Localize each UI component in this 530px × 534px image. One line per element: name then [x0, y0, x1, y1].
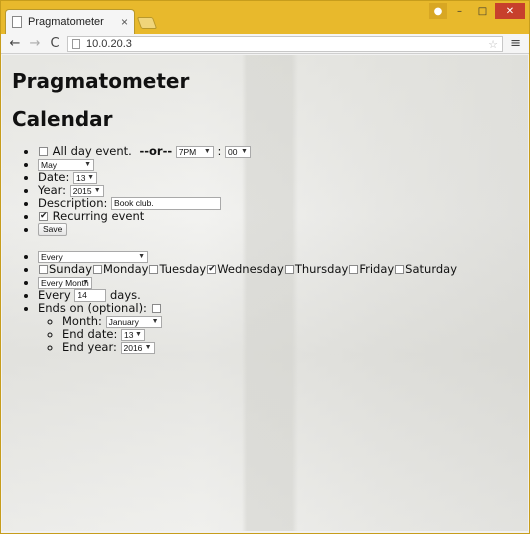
year-label: Year:: [38, 183, 67, 197]
weekday-label-wednesday: Wednesday: [217, 262, 284, 276]
or-label: --or--: [139, 144, 173, 158]
recurring-checkbox[interactable]: [39, 210, 48, 223]
section-title: Calendar: [12, 107, 113, 131]
save-button[interactable]: Save: [38, 223, 68, 236]
end-year-select[interactable]: 2016 ▼: [120, 341, 155, 354]
weekday-checkbox-sunday[interactable]: [39, 265, 48, 274]
weekday-checkbox-saturday[interactable]: [395, 265, 405, 274]
weekday-label-thursday: Thursday: [294, 262, 349, 276]
list-item: Month: January▼: [62, 315, 522, 328]
title-bar: Pragmatometer × ● – □ ✕: [1, 1, 529, 34]
weekday-checkbox-friday[interactable]: [349, 265, 359, 274]
all-day-label: All day event.: [52, 144, 132, 158]
event-form: All day event. --or-- 7PM▼ : 00▼ May▼ Da…: [2, 145, 522, 236]
app-title: Pragmatometer: [12, 69, 190, 93]
frequency-select[interactable]: Every ▼: [38, 250, 148, 263]
weekday-label-tuesday: Tuesday: [159, 262, 207, 276]
list-item: Ends on (optional): Month: January▼ End …: [38, 302, 522, 354]
time-separator: :: [217, 144, 222, 158]
back-button[interactable]: ←: [5, 35, 25, 53]
browser-window: Pragmatometer × ● – □ ✕ ← → C 10.0.20.3 …: [0, 0, 530, 534]
end-date-label: End date:: [62, 327, 118, 341]
date-label: Date:: [38, 170, 70, 184]
weekday-label-monday: Monday: [103, 262, 149, 276]
ends-on-label: Ends on (optional):: [38, 301, 147, 315]
end-options: Month: January▼ End date: 13▼ End year: …: [38, 315, 522, 354]
end-year-label: End year:: [62, 340, 117, 354]
reload-button[interactable]: C: [45, 35, 65, 53]
every-label: Every: [38, 288, 71, 302]
page-icon: [12, 16, 22, 28]
address-bar[interactable]: 10.0.20.3 ☆: [67, 36, 503, 52]
weekday-checkbox-tuesday[interactable]: [149, 265, 159, 274]
recurrence-form: Every▼ Sunday Monday Tuesday Wednesday Thurs…: [2, 250, 522, 354]
page-icon: [72, 39, 80, 49]
list-item: Date: 13▼: [38, 171, 522, 184]
description-label: Description:: [38, 196, 108, 210]
list-item: End date: 13▼: [62, 328, 522, 341]
ends-on-checkbox[interactable]: [151, 304, 161, 313]
page-content: Pragmatometer Calendar All day event. --…: [2, 55, 528, 531]
weekday-label-friday: Friday: [359, 262, 395, 276]
weekday-checkbox-thursday[interactable]: [284, 265, 294, 274]
weekday-label-saturday: Saturday: [405, 262, 457, 276]
close-window-icon[interactable]: ✕: [495, 3, 525, 19]
forward-button[interactable]: →: [25, 35, 45, 53]
browser-toolbar: ← → C 10.0.20.3 ☆ ≡: [1, 34, 529, 54]
list-item: All day event. --or-- 7PM▼ : 00▼: [38, 145, 522, 158]
tab-pragmatometer[interactable]: Pragmatometer ×: [5, 9, 135, 34]
date-select[interactable]: 13 ▼: [73, 171, 98, 184]
list-item: End year: 2016▼: [62, 341, 522, 354]
hour-select[interactable]: 7PM ▼: [175, 145, 214, 158]
period-select[interactable]: Every Month ▼: [38, 276, 92, 289]
list-item: Save: [38, 223, 522, 236]
maximize-icon[interactable]: □: [472, 3, 493, 19]
list-item: May▼: [38, 158, 522, 171]
user-icon[interactable]: ●: [429, 3, 447, 19]
minimize-icon[interactable]: –: [449, 3, 470, 19]
minute-select[interactable]: 00 ▼: [224, 145, 251, 158]
end-month-label: Month:: [62, 314, 102, 328]
list-item: Recurring event: [38, 210, 522, 223]
window-controls: ● – □ ✕: [429, 3, 525, 19]
menu-icon[interactable]: ≡: [510, 36, 521, 51]
bookmark-star-icon[interactable]: ☆: [488, 38, 498, 51]
month-select[interactable]: May ▼: [38, 158, 94, 171]
year-select[interactable]: 2015 ▼: [69, 184, 104, 197]
all-day-checkbox[interactable]: [39, 147, 48, 156]
url-text: 10.0.20.3: [86, 38, 132, 50]
weekday-list: Sunday Monday Tuesday Wednesday Thursday Frid…: [38, 263, 522, 276]
days-label: days.: [110, 288, 141, 302]
weekday-label-sunday: Sunday: [49, 262, 93, 276]
recurring-label: Recurring event: [52, 209, 145, 223]
end-date-select[interactable]: 13 ▼: [120, 328, 145, 341]
new-tab-button[interactable]: [136, 17, 158, 29]
weekday-checkbox-monday[interactable]: [93, 265, 103, 274]
tab-title: Pragmatometer: [28, 16, 104, 28]
tab-close-icon[interactable]: ×: [121, 15, 128, 29]
end-month-select[interactable]: January ▼: [105, 315, 162, 328]
weekday-checkbox-wednesday[interactable]: [207, 263, 217, 276]
